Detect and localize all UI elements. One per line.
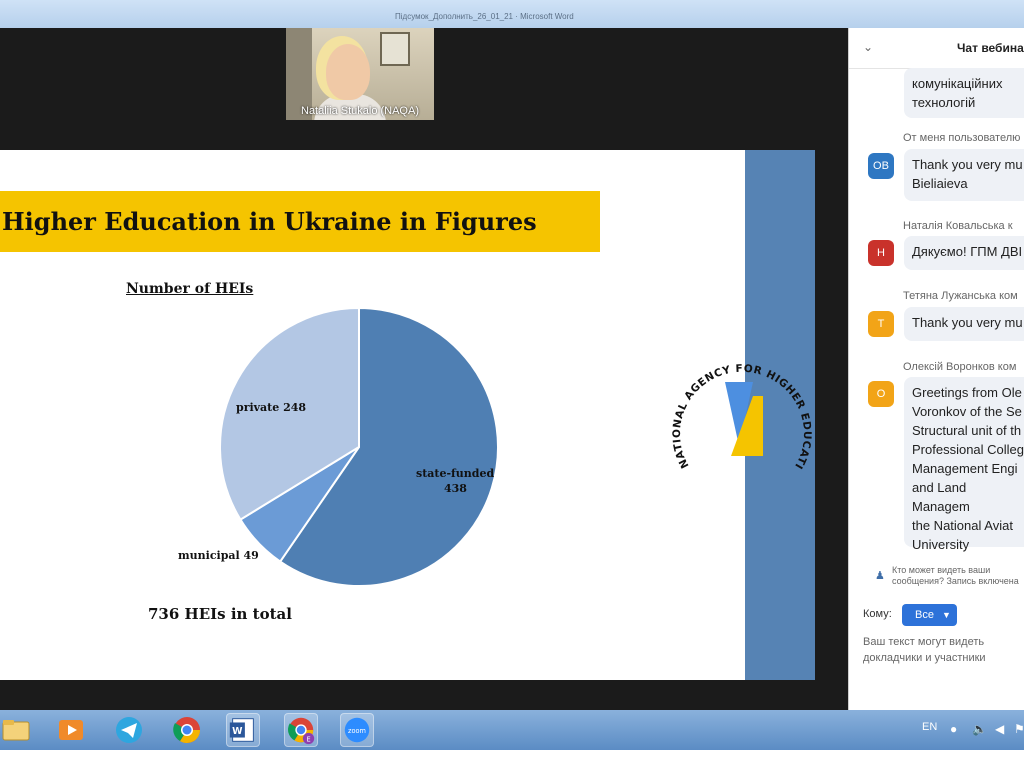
collapse-chevron-icon[interactable]: ⌄ (863, 40, 873, 54)
svg-text:W: W (232, 726, 243, 737)
chat-sender: От меня пользователю (903, 132, 1021, 144)
message-line: the National Aviat (912, 518, 1013, 533)
avatar: Н (868, 240, 894, 266)
chat-input-hint[interactable]: Ваш текст могут видеть докладчики и учас… (863, 634, 1024, 666)
total-heis: 736 HEIs in total (148, 605, 292, 623)
label-municipal: municipal 49 (178, 549, 259, 562)
message-line: технологій (912, 95, 976, 110)
chat-sender: Олексій Воронков ком (903, 361, 1017, 373)
chat-message-bubble: Thank you very mu (904, 307, 1024, 341)
chat-sender: Тетяна Лужанська ком (903, 290, 1018, 302)
video-background-picture (380, 32, 410, 66)
message-line: Bieliaieva (912, 176, 968, 191)
chat-message-bubble: Greetings from Ole Voronkov of the Se St… (904, 377, 1024, 552)
telegram-icon[interactable] (112, 713, 146, 747)
people-icon: ♟ (875, 570, 885, 582)
chat-to-label: Кому: (863, 608, 892, 620)
network-icon[interactable]: ● (950, 722, 957, 736)
message-line: Structural unit of th (912, 423, 1022, 438)
profile-badge: E (306, 735, 310, 743)
message-line: комунікаційних (912, 76, 1003, 91)
chat-panel: ⌄ Чат вебинара комунікаційних технологій… (848, 28, 1024, 710)
zoom-label: zoom (348, 727, 366, 735)
chat-sender: Наталія Ковальська к (903, 220, 1013, 232)
flag-icon[interactable]: ⚑ (1014, 722, 1024, 736)
chat-recipient-dropdown[interactable]: Все ▼ (902, 604, 957, 626)
shared-slide: Higher Education in Ukraine in Figures N… (0, 150, 815, 680)
message-line: Thank you very mu (912, 157, 1023, 172)
chrome-profile-icon[interactable]: E (284, 713, 318, 747)
chat-message-bubble: Thank you very mu Bieliaieva (904, 149, 1024, 201)
volume-icon[interactable]: 🔈 (972, 722, 987, 736)
avatar: Т (868, 311, 894, 337)
participant-name: Nataliia Stukalo (NAQA) (301, 105, 419, 117)
chevron-down-icon: ▼ (942, 610, 951, 620)
file-explorer-icon[interactable] (0, 713, 34, 747)
message-line: Greetings from Ole (912, 385, 1022, 400)
speaker-muted-icon[interactable]: ◀ (995, 722, 1004, 736)
video-participant-head (326, 44, 370, 100)
message-line: University (912, 537, 970, 552)
message-line: Management Engi (912, 461, 1018, 476)
zoom-icon[interactable]: zoom (340, 713, 374, 747)
chat-title: Чат вебинара (957, 41, 1024, 55)
chat-header: ⌄ Чат вебинара (849, 28, 1024, 69)
word-icon[interactable]: W (226, 713, 260, 747)
message-line: Thank you very mu (912, 315, 1023, 330)
label-state-funded-value: 438 (444, 482, 467, 495)
chat-recipient-value: Все (915, 609, 934, 621)
chrome-icon[interactable] (170, 713, 204, 747)
window-title: Підсумок_Дополнить_26_01_21 · Microsoft … (395, 12, 574, 21)
label-state-funded: state-funded (416, 467, 495, 480)
naqa-logo: NATIONAL AGENCY FOR HIGHER EDUCATION QUA… (667, 346, 812, 471)
media-player-icon[interactable] (54, 713, 88, 747)
chat-message-bubble: комунікаційних технологій (904, 68, 1024, 118)
message-line: and Land Managem (912, 480, 970, 514)
label-private: private 248 (236, 401, 307, 414)
chat-visibility-note[interactable]: Кто может видеть ваши сообщения? Запись … (892, 565, 1024, 587)
chat-message-bubble: Дякуємо! ГПМ ДВІ (904, 236, 1024, 270)
window-title-bar: Підсумок_Дополнить_26_01_21 · Microsoft … (0, 0, 1024, 28)
language-indicator[interactable]: EN (922, 721, 937, 733)
message-line: Дякуємо! ГПМ ДВІ (912, 244, 1023, 259)
taskbar: W E zoom EN ● 🔈 ◀ ⚑ (0, 710, 1024, 750)
participant-video[interactable]: Nataliia Stukalo (NAQA) (286, 28, 434, 120)
avatar: OB (868, 153, 894, 179)
message-line: Professional Colleg (912, 442, 1024, 457)
avatar: О (868, 381, 894, 407)
message-line: Voronkov of the Se (912, 404, 1022, 419)
